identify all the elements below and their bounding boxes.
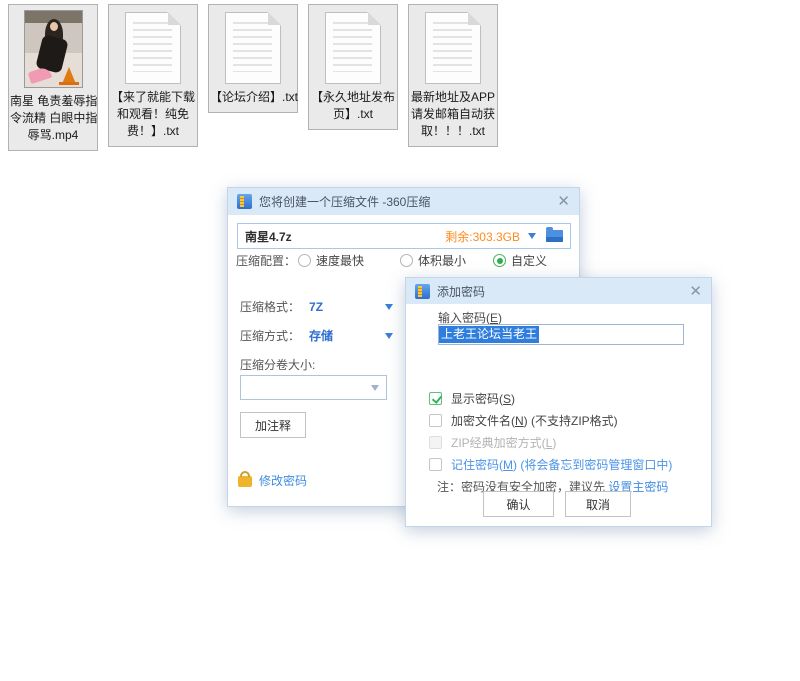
format-row: 压缩格式： 7Z (240, 298, 323, 315)
doc-lines (133, 22, 172, 72)
file-name-line: 【论坛介绍】.txt (210, 89, 296, 106)
radio-custom[interactable]: 自定义 (493, 252, 547, 269)
method-row: 压缩方式： 存储 (240, 327, 333, 344)
dialog-titlebar[interactable]: 您将创建一个压缩文件 -360压缩 ✕ (228, 188, 579, 215)
dialog-title: 添加密码 (437, 283, 485, 300)
method-label: 压缩方式： (240, 327, 300, 344)
checkbox-icon[interactable] (429, 414, 442, 427)
file-text-4[interactable]: 最新地址及APP 请发邮箱自动获 取！！！.txt (408, 4, 498, 147)
compression-config-row: 压缩配置： 速度最快 体积最小 自定义 (228, 252, 579, 270)
checkbox-show-password[interactable]: 显示密码(S) (429, 390, 515, 407)
desktop-file-grid: 南星 龟责羞辱指 令流精 白眼中指 辱骂.mp4 【来了就能下载 和观看！纯免 … (8, 4, 498, 151)
password-input[interactable]: 上老王论坛当老王 (438, 324, 684, 345)
config-label: 压缩配置： (236, 252, 296, 269)
360zip-app-icon (415, 284, 430, 299)
file-text-1[interactable]: 【来了就能下载 和观看！纯免 费！】.txt (108, 4, 198, 147)
text-file-icon (425, 12, 481, 84)
doc-lines (233, 22, 272, 72)
doc-fold-corner (468, 12, 481, 25)
doc-fold-corner (368, 12, 381, 25)
file-name: 【论坛介绍】.txt (210, 89, 296, 106)
archive-name-value: 南星4.7z (245, 228, 445, 245)
add-password-dialog: 添加密码 ✕ 输入密码(E) 上老王论坛当老王 显示密码(S) 加密文件名(N)… (405, 277, 712, 527)
thumbnail-art (59, 82, 79, 85)
file-name: 南星 龟责羞辱指 令流精 白眼中指 辱骂.mp4 (10, 93, 96, 144)
360zip-app-icon (237, 194, 252, 209)
video-thumbnail (24, 10, 83, 88)
format-value[interactable]: 7Z (309, 300, 323, 314)
doc-lines (333, 22, 372, 72)
text-file-icon (225, 12, 281, 84)
checkbox-label: 记住密码(M) (将会备忘到密码管理窗口中) (451, 456, 672, 473)
checkbox-encrypt-filenames[interactable]: 加密文件名(N) (不支持ZIP格式) (429, 412, 618, 429)
text-file-icon (125, 12, 181, 84)
file-name-line: 费！】.txt (110, 123, 196, 140)
chevron-down-icon[interactable] (528, 233, 536, 239)
radio-icon[interactable] (493, 254, 506, 267)
change-password-label: 修改密码 (259, 472, 307, 489)
mnemonic: E (490, 311, 498, 325)
radio-icon[interactable] (400, 254, 413, 267)
file-name-line: 页】.txt (310, 106, 396, 123)
chevron-down-icon[interactable] (371, 385, 379, 391)
file-name-line: 令流精 白眼中指 (10, 110, 96, 127)
radio-label: 体积最小 (418, 252, 466, 269)
lock-icon (238, 476, 252, 487)
browse-folder-icon[interactable] (546, 230, 563, 242)
doc-fold-corner (268, 12, 281, 25)
checkbox-icon[interactable] (429, 392, 442, 405)
file-text-3[interactable]: 【永久地址发布 页】.txt (308, 4, 398, 130)
file-text-2[interactable]: 【论坛介绍】.txt (208, 4, 298, 113)
method-value[interactable]: 存储 (309, 327, 333, 344)
split-size-label: 压缩分卷大小: (240, 356, 315, 373)
file-name-line: 辱骂.mp4 (10, 127, 96, 144)
cancel-button[interactable]: 取消 (565, 491, 631, 517)
file-name: 【来了就能下载 和观看！纯免 费！】.txt (110, 89, 196, 140)
archive-name-input[interactable]: 南星4.7z 剩余:303.3GB (237, 223, 571, 249)
file-name-line: 最新地址及APP (410, 89, 496, 106)
checkbox-icon (429, 436, 442, 449)
checkbox-zip-classic-encryption: ZIP经典加密方式(L) (429, 434, 556, 451)
doc-fold-corner (168, 12, 181, 25)
chevron-down-icon[interactable] (385, 304, 393, 310)
doc-lines (433, 22, 472, 72)
file-name-line: 【来了就能下载 (110, 89, 196, 106)
file-name-line: 【永久地址发布 (310, 89, 396, 106)
checkbox-label: 加密文件名(N) (不支持ZIP格式) (451, 412, 618, 429)
text-file-icon (325, 12, 381, 84)
checkbox-icon[interactable] (429, 458, 442, 471)
checkbox-label: 显示密码(S) (451, 390, 515, 407)
file-name: 最新地址及APP 请发邮箱自动获 取！！！.txt (410, 89, 496, 140)
radio-fastest[interactable]: 速度最快 (298, 252, 364, 269)
label-text: ) (498, 311, 502, 325)
file-name-line: 南星 龟责羞辱指 (10, 93, 96, 110)
file-video-mp4[interactable]: 南星 龟责羞辱指 令流精 白眼中指 辱骂.mp4 (8, 4, 98, 151)
close-icon[interactable]: ✕ (557, 194, 570, 209)
thumbnail-art (50, 22, 58, 31)
confirm-button[interactable]: 确认 (483, 491, 554, 517)
radio-label: 速度最快 (316, 252, 364, 269)
dialog-title: 您将创建一个压缩文件 -360压缩 (259, 193, 430, 210)
checkbox-remember-password[interactable]: 记住密码(M) (将会备忘到密码管理窗口中) (429, 456, 672, 473)
file-name: 【永久地址发布 页】.txt (310, 89, 396, 123)
disk-remaining-label: 剩余:303.3GB (445, 228, 520, 245)
format-label: 压缩格式： (240, 298, 300, 315)
file-name-line: 请发邮箱自动获 (410, 106, 496, 123)
checkbox-label: ZIP经典加密方式(L) (451, 434, 556, 451)
password-selected-text: 上老王论坛当老王 (439, 326, 539, 343)
radio-icon[interactable] (298, 254, 311, 267)
close-icon[interactable]: ✕ (689, 284, 702, 299)
label-text: 输入密码( (438, 311, 490, 325)
change-password-link[interactable]: 修改密码 (238, 469, 307, 489)
file-name-line: 和观看！纯免 (110, 106, 196, 123)
split-size-combobox[interactable] (240, 375, 387, 400)
radio-smallest[interactable]: 体积最小 (400, 252, 466, 269)
add-comment-button[interactable]: 加注释 (240, 412, 306, 438)
radio-label: 自定义 (511, 252, 547, 269)
file-name-line: 取！！！.txt (410, 123, 496, 140)
dialog-titlebar[interactable]: 添加密码 ✕ (406, 278, 711, 304)
chevron-down-icon[interactable] (385, 333, 393, 339)
